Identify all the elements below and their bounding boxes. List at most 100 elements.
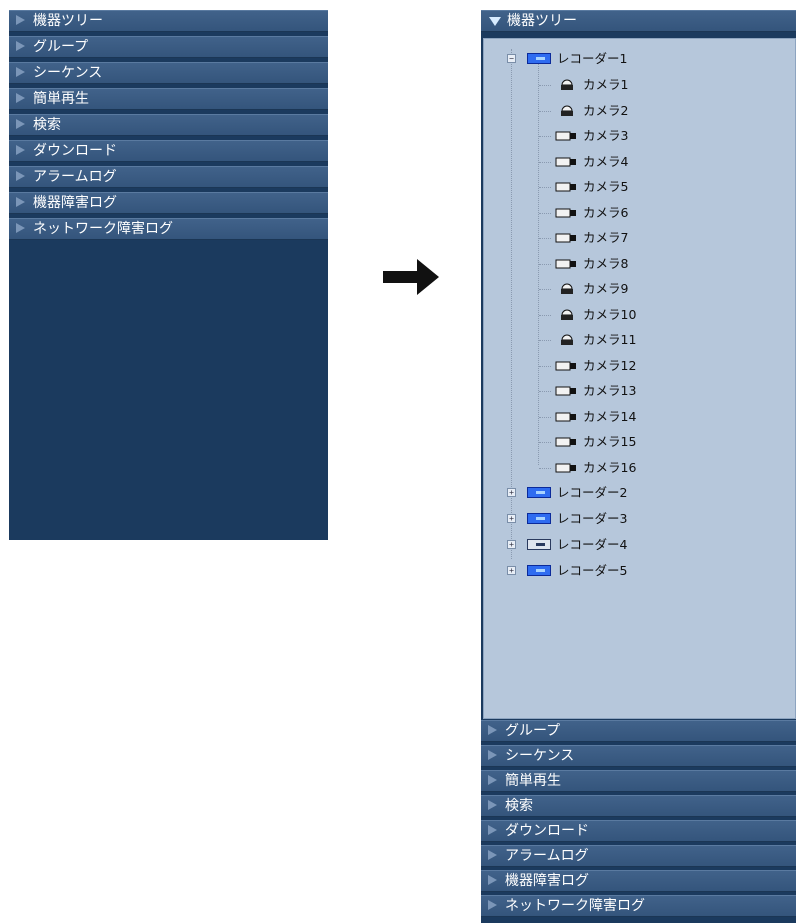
menu-item-network-fault-log[interactable]: ネットワーク障害ログ	[481, 895, 796, 917]
tree-node-recorder-4[interactable]: + レコーダー4	[484, 535, 784, 555]
camera-label: カメラ4	[583, 153, 629, 169]
tree-node-recorder-2[interactable]: + レコーダー2	[484, 483, 784, 503]
menu-item-search[interactable]: 検索	[481, 795, 796, 817]
triangle-right-icon	[16, 93, 25, 103]
triangle-right-icon	[488, 775, 497, 785]
box-camera-icon	[555, 463, 576, 472]
tree-guide-line	[539, 289, 551, 290]
triangle-right-icon	[16, 197, 25, 207]
camera-label: カメラ5	[583, 179, 629, 194]
menu-item-group[interactable]: グループ	[9, 36, 328, 58]
expand-icon[interactable]: +	[507, 540, 516, 549]
menu-item-sequence[interactable]: シーケンス	[9, 62, 328, 84]
menu-item-alarm-log[interactable]: アラームログ	[9, 166, 328, 188]
tree-guide-line	[539, 314, 551, 316]
menu-item-device-fault-log[interactable]: 機器障害ログ	[9, 192, 328, 214]
menu-item-download[interactable]: ダウンロード	[9, 140, 328, 162]
camera-label: カメラ14	[583, 408, 637, 424]
tree-guide-line	[539, 136, 551, 137]
menu-item-device-tree-expanded[interactable]: 機器ツリー	[481, 10, 796, 32]
box-camera-icon	[555, 386, 576, 396]
expand-icon[interactable]: +	[507, 488, 516, 497]
dome-camera-icon	[561, 334, 573, 345]
tree-node-camera[interactable]: カメラ4	[484, 152, 784, 172]
tree-node-camera[interactable]: カメラ15	[484, 432, 784, 452]
menu-item-network-fault-log[interactable]: ネットワーク障害ログ	[9, 218, 328, 240]
box-camera-icon	[555, 182, 576, 192]
camera-label: カメラ7	[583, 230, 629, 245]
tree-node-camera[interactable]: カメラ16	[484, 458, 784, 478]
menu-item-device-fault-log[interactable]: 機器障害ログ	[481, 870, 796, 892]
tree-node-camera[interactable]: カメラ10	[484, 305, 784, 325]
menu-item-easy-playback[interactable]: 簡単再生	[481, 770, 796, 792]
menu-item-device-tree[interactable]: 機器ツリー	[9, 10, 328, 32]
right-menu-panel: 機器ツリー − レコーダー1 カメラ1 カメラ2 カメラ3 カメラ4 カメラ5 カメラ6 カ…	[481, 10, 796, 923]
triangle-right-icon	[16, 145, 25, 155]
tree-guide-line	[539, 187, 551, 188]
tree-node-camera[interactable]: カメラ6	[484, 203, 784, 223]
collapse-icon[interactable]: −	[507, 54, 516, 63]
triangle-right-icon	[488, 800, 497, 810]
tree-node-camera[interactable]: カメラ7	[484, 228, 784, 248]
box-camera-icon	[555, 259, 576, 268]
camera-label: カメラ6	[583, 204, 629, 220]
dome-camera-icon	[561, 283, 573, 294]
camera-label: カメラ11	[583, 332, 637, 347]
tree-node-recorder-1[interactable]: − レコーダー1	[484, 49, 784, 69]
tree-guide-line	[539, 110, 551, 112]
menu-item-easy-playback[interactable]: 簡単再生	[9, 88, 328, 110]
tree-node-recorder-3[interactable]: + レコーダー3	[484, 509, 784, 529]
box-camera-icon	[555, 157, 576, 166]
box-camera-icon	[555, 361, 576, 370]
camera-label: カメラ12	[583, 357, 637, 373]
menu-item-download[interactable]: ダウンロード	[481, 820, 796, 842]
dome-camera-icon	[561, 309, 573, 320]
expand-icon[interactable]: +	[507, 514, 516, 523]
tree-node-camera[interactable]: カメラ13	[484, 381, 784, 401]
box-camera-icon	[555, 208, 576, 217]
tree-guide-line	[539, 365, 551, 367]
tree-node-camera[interactable]: カメラ5	[484, 177, 784, 197]
tree-node-camera[interactable]: カメラ1	[484, 75, 784, 95]
tree-node-camera[interactable]: カメラ3	[484, 126, 784, 146]
triangle-right-icon	[16, 171, 25, 181]
tree-node-camera[interactable]: カメラ9	[484, 279, 784, 299]
tree-node-recorder-5[interactable]: + レコーダー5	[484, 561, 784, 581]
triangle-right-icon	[16, 67, 25, 77]
recorder-icon	[527, 487, 551, 498]
tree-node-camera[interactable]: カメラ2	[484, 101, 784, 121]
recorder-icon	[527, 565, 551, 576]
camera-label: カメラ1	[583, 77, 629, 92]
tree-guide-line	[539, 467, 551, 469]
dome-camera-icon	[561, 105, 573, 116]
tree-guide-line	[539, 238, 551, 239]
triangle-right-icon	[16, 15, 25, 25]
tree-node-camera[interactable]: カメラ8	[484, 254, 784, 274]
tree-node-camera[interactable]: カメラ12	[484, 356, 784, 376]
camera-label: カメラ2	[583, 102, 629, 118]
camera-label: カメラ10	[583, 306, 637, 322]
recorder-icon	[527, 53, 551, 64]
device-tree: − レコーダー1 カメラ1 カメラ2 カメラ3 カメラ4 カメラ5 カメラ6 カメラ7 カメラ…	[483, 38, 796, 719]
menu-item-sequence[interactable]: シーケンス	[481, 745, 796, 767]
tree-guide-line	[539, 416, 551, 418]
triangle-right-icon	[488, 900, 497, 910]
menu-item-group[interactable]: グループ	[481, 720, 796, 742]
triangle-right-icon	[16, 223, 25, 233]
dome-camera-icon	[561, 79, 573, 90]
triangle-down-icon	[489, 16, 501, 26]
camera-label: カメラ15	[583, 434, 637, 449]
left-menu-panel: 機器ツリー グループ シーケンス 簡単再生 検索 ダウンロード アラームログ 機…	[9, 10, 328, 540]
tree-node-camera[interactable]: カメラ11	[484, 330, 784, 350]
tree-guide-line	[539, 161, 551, 163]
tree-guide-line	[539, 340, 551, 341]
menu-item-alarm-log[interactable]: アラームログ	[481, 845, 796, 867]
camera-label: カメラ9	[583, 281, 629, 296]
triangle-right-icon	[16, 119, 25, 129]
menu-item-search[interactable]: 検索	[9, 114, 328, 136]
camera-label: カメラ13	[583, 383, 637, 398]
expand-icon[interactable]: +	[507, 566, 516, 575]
recorder-offline-icon	[527, 539, 551, 550]
tree-node-camera[interactable]: カメラ14	[484, 407, 784, 427]
triangle-right-icon	[488, 750, 497, 760]
